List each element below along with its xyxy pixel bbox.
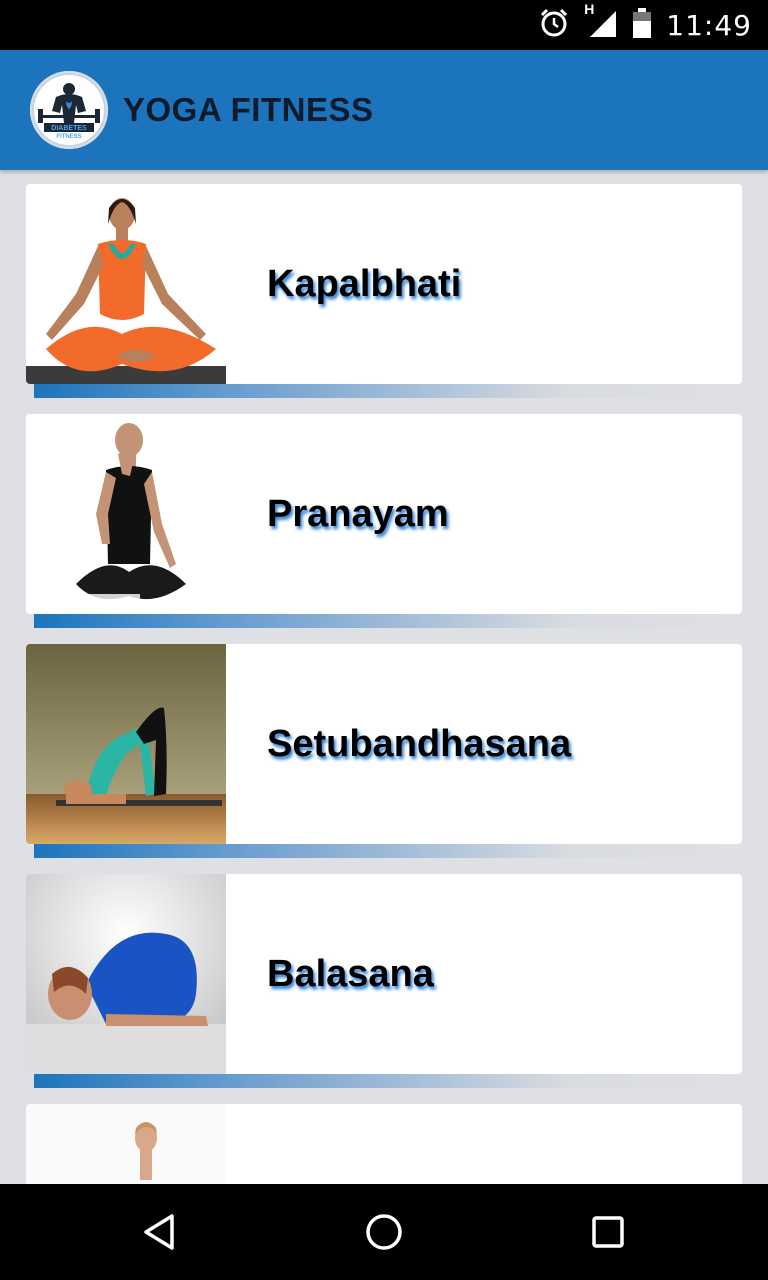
card-divider bbox=[34, 614, 742, 628]
recents-button[interactable] bbox=[548, 1184, 668, 1280]
card-divider bbox=[34, 384, 742, 398]
home-icon bbox=[366, 1214, 402, 1250]
list-item-setubandhasana[interactable]: Setubandhasana bbox=[26, 644, 742, 844]
back-icon bbox=[144, 1214, 174, 1250]
card-divider bbox=[34, 844, 742, 858]
svg-text:FITNESS: FITNESS bbox=[56, 134, 81, 140]
alarm-icon bbox=[538, 7, 570, 44]
network-type-label: H bbox=[584, 0, 595, 17]
back-button[interactable] bbox=[100, 1184, 220, 1280]
exercise-name: Pranayam bbox=[267, 492, 449, 535]
recents-icon bbox=[592, 1216, 624, 1248]
exercise-name: Balasana bbox=[267, 952, 434, 995]
exercise-image bbox=[26, 1104, 226, 1184]
navigation-bar bbox=[0, 1184, 768, 1280]
clock: 11:49 bbox=[666, 8, 752, 42]
app-logo: DIABETES FITNESS bbox=[30, 71, 108, 149]
app-bar: DIABETES FITNESS YOGA FITNESS bbox=[0, 50, 768, 170]
list-item-partial[interactable] bbox=[26, 1104, 742, 1184]
list-item-pranayam[interactable]: Pranayam bbox=[26, 414, 742, 614]
app-title: YOGA FITNESS bbox=[123, 91, 374, 128]
setubandhasana-image bbox=[26, 644, 226, 844]
signal-icon: H bbox=[584, 1, 618, 44]
home-button[interactable] bbox=[324, 1184, 444, 1280]
list-item-kapalbhati[interactable]: Kapalbhati bbox=[26, 184, 742, 384]
exercise-list[interactable]: Kapalbhati Pranayam Setubandhasana Balas… bbox=[0, 170, 768, 1184]
card-divider bbox=[34, 1074, 742, 1088]
exercise-name: Setubandhasana bbox=[267, 722, 572, 765]
balasana-image bbox=[26, 874, 226, 1074]
kapalbhati-image bbox=[26, 184, 226, 384]
pranayam-image bbox=[26, 414, 226, 614]
exercise-name: Kapalbhati bbox=[267, 262, 462, 305]
status-bar: H 11:49 bbox=[0, 0, 768, 50]
list-item-balasana[interactable]: Balasana bbox=[26, 874, 742, 1074]
battery-icon bbox=[632, 7, 652, 44]
svg-text:DIABETES: DIABETES bbox=[51, 125, 87, 132]
